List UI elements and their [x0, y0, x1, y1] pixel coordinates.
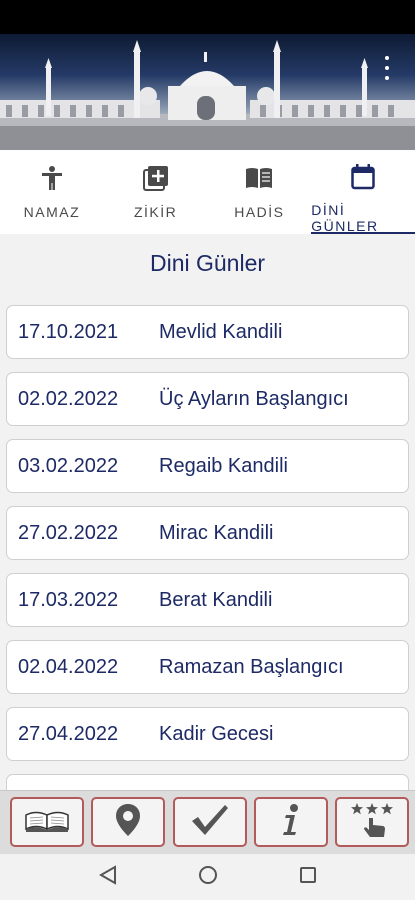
info-button[interactable]	[253, 797, 328, 847]
tab-label: NAMAZ	[23, 204, 81, 220]
nav-recents-button[interactable]	[288, 857, 328, 897]
list-item[interactable]: 02.02.2022 Üç Ayların Başlangıcı	[6, 372, 409, 426]
add-box-icon	[142, 164, 169, 192]
day-date: 17.10.2021	[18, 320, 119, 343]
home-circle-icon	[198, 865, 218, 890]
list-item[interactable]: 27.02.2022 Mirac Kandili	[6, 506, 409, 560]
recents-square-icon	[299, 866, 317, 889]
book-icon	[245, 164, 273, 192]
mosque-illustration	[0, 40, 415, 150]
tab-label: HADİS	[234, 204, 285, 220]
day-name: Mirac Kandili	[159, 521, 274, 544]
checkmark-icon	[190, 803, 230, 842]
menu-dot	[385, 76, 389, 80]
list-item[interactable]: 17.03.2022 Berat Kandili	[6, 573, 409, 627]
rate-button[interactable]	[335, 797, 409, 847]
tab-zikir[interactable]: ZİKİR	[104, 150, 208, 234]
day-name: Üç Ayların Başlangıcı	[159, 387, 349, 410]
list-item[interactable]: 27.04.2022 Kadir Gecesi	[6, 707, 409, 761]
religious-days-list: 17.10.2021 Mevlid Kandili 02.02.2022 Üç …	[6, 305, 409, 807]
nav-home-button[interactable]	[188, 857, 228, 897]
menu-dot	[385, 56, 389, 60]
back-triangle-icon	[98, 864, 117, 890]
mosque-banner-image	[0, 34, 415, 150]
tab-dini-gunler[interactable]: DİNİ GÜNLER	[311, 150, 415, 234]
nav-back-button[interactable]	[88, 857, 128, 897]
tab-label: ZİKİR	[133, 204, 178, 220]
day-date: 03.02.2022	[18, 454, 119, 477]
day-name: Mevlid Kandili	[159, 320, 283, 343]
location-pin-icon	[115, 803, 141, 842]
menu-dot	[385, 66, 389, 70]
tab-label: DİNİ GÜNLER	[311, 202, 379, 234]
status-bar	[0, 0, 415, 34]
tab-namaz[interactable]: NAMAZ	[0, 150, 104, 234]
tab-bar: NAMAZ ZİKİR HADİS DİNİ GÜNLER	[0, 150, 415, 234]
day-date: 27.02.2022	[18, 521, 119, 544]
day-date: 17.03.2022	[18, 588, 119, 611]
tab-hadis[interactable]: HADİS	[208, 150, 312, 234]
day-name: Regaib Kandili	[159, 454, 288, 477]
day-name: Berat Kandili	[159, 588, 273, 611]
day-date: 02.04.2022	[18, 655, 119, 678]
open-book-icon	[24, 807, 70, 838]
system-navigation-bar	[0, 854, 415, 900]
overflow-menu-button[interactable]	[379, 56, 395, 80]
day-date: 02.02.2022	[18, 387, 119, 410]
check-button[interactable]	[172, 797, 247, 847]
day-name: Kadir Gecesi	[159, 722, 274, 745]
calendar-icon	[351, 164, 375, 190]
day-date: 27.04.2022	[18, 722, 119, 745]
rate-stars-icon	[350, 801, 394, 844]
page-title: Dini Günler	[149, 250, 266, 276]
list-item[interactable]: 17.10.2021 Mevlid Kandili	[6, 305, 409, 359]
day-name: Ramazan Başlangıcı	[159, 655, 344, 678]
list-item[interactable]: 02.04.2022 Ramazan Başlangıcı	[6, 640, 409, 694]
info-icon	[281, 803, 301, 842]
quran-button[interactable]	[10, 797, 84, 847]
list-item[interactable]: 03.02.2022 Regaib Kandili	[6, 439, 409, 493]
person-icon	[40, 164, 64, 192]
bottom-toolbar	[0, 790, 415, 854]
location-button[interactable]	[91, 797, 166, 847]
